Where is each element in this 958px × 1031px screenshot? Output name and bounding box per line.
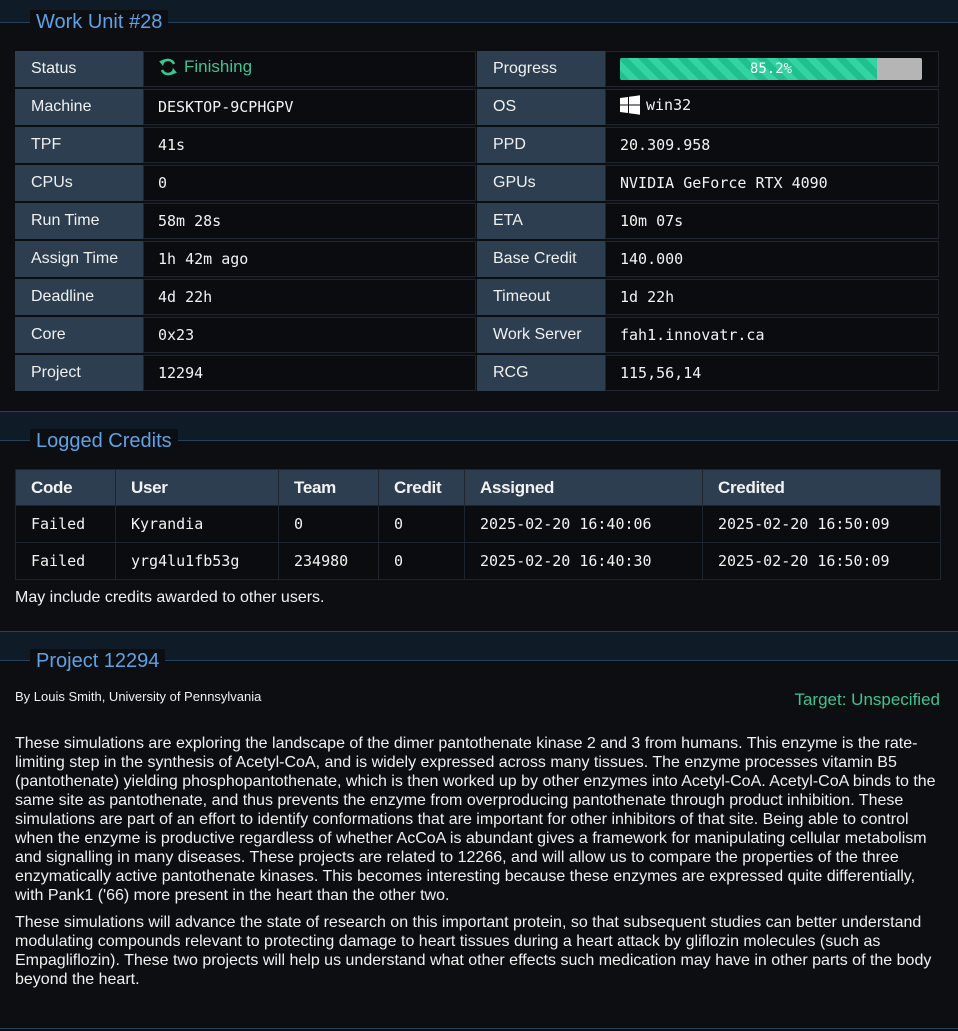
detail-row-progress: Progress 85.2% [477, 51, 939, 87]
col-team[interactable]: Team [278, 469, 379, 506]
credits-note: May include credits awarded to other use… [15, 589, 325, 606]
core-value: 0x23 [143, 317, 476, 353]
runtime-value: 58m 28s [143, 203, 476, 239]
cpus-value: 0 [143, 165, 476, 201]
detail-row-ppd: PPD 20.309.958 [477, 127, 939, 163]
os-value: win32 [605, 89, 939, 125]
assign-time-value: 1h 42m ago [143, 241, 476, 277]
detail-row-core: Core 0x23 [15, 317, 476, 353]
detail-row-cpus: CPUs 0 [15, 165, 476, 201]
cell-credit: 0 [378, 542, 465, 580]
progress-label: Progress [477, 51, 605, 87]
project-byline: By Louis Smith, University of Pennsylvan… [15, 689, 262, 704]
work-unit-details-right: Progress 85.2% OS win32 PPD 20.309.958 G… [477, 49, 939, 393]
os-text: win32 [646, 96, 692, 114]
eta-label: ETA [477, 203, 605, 239]
core-label: Core [15, 317, 143, 353]
timeout-value: 1d 22h [605, 279, 939, 315]
detail-row-base-credit: Base Credit 140.000 [477, 241, 939, 277]
cell-team: 0 [278, 505, 379, 543]
deadline-value: 4d 22h [143, 279, 476, 315]
progress-value: 85.2% [605, 51, 939, 87]
detail-row-eta: ETA 10m 07s [477, 203, 939, 239]
cell-team: 234980 [278, 542, 379, 580]
status-label: Status [15, 51, 143, 87]
detail-row-tpf: TPF 41s [15, 127, 476, 163]
col-code[interactable]: Code [15, 469, 116, 506]
table-row: Failed yrg4lu1fb53g 234980 0 2025-02-20 … [15, 542, 941, 580]
cell-user: Kyrandia [115, 505, 279, 543]
windows-icon [620, 95, 640, 115]
col-assigned[interactable]: Assigned [464, 469, 703, 506]
rcg-label: RCG [477, 355, 605, 391]
work-server-value: fah1.innovatr.ca [605, 317, 939, 353]
base-credit-value: 140.000 [605, 241, 939, 277]
credits-table: Code User Team Credit Assigned Credited … [15, 469, 941, 580]
project-label: Project [15, 355, 143, 391]
progress-percent: 85.2% [749, 61, 793, 77]
status-value: Finishing [143, 51, 476, 87]
machine-label: Machine [15, 89, 143, 125]
table-row: Failed Kyrandia 0 0 2025-02-20 16:40:06 … [15, 505, 941, 543]
machine-value: DESKTOP-9CPHGPV [143, 89, 476, 125]
work-unit-details-left: Status Finishing Machine DESKTOP-9CPHGPV… [15, 49, 476, 393]
eta-value: 10m 07s [605, 203, 939, 239]
work-server-label: Work Server [477, 317, 605, 353]
project-target: Target: Unspecified [794, 690, 940, 709]
cpus-label: CPUs [15, 165, 143, 201]
progress-bar: 85.2% [620, 58, 922, 80]
project-description: These simulations are exploring the land… [15, 734, 943, 997]
refresh-icon [159, 58, 177, 75]
base-credit-label: Base Credit [477, 241, 605, 277]
detail-row-rcg: RCG 115,56,14 [477, 355, 939, 391]
detail-row-project: Project 12294 [15, 355, 476, 391]
project-title: Project 12294 [30, 649, 166, 673]
tpf-value: 41s [143, 127, 476, 163]
detail-row-machine: Machine DESKTOP-9CPHGPV [15, 89, 476, 125]
credits-header-row: Code User Team Credit Assigned Credited [15, 469, 941, 506]
status-text: Finishing [184, 56, 253, 76]
rcg-value: 115,56,14 [605, 355, 939, 391]
status-badge: Finishing [158, 57, 252, 77]
assign-time-label: Assign Time [15, 241, 143, 277]
bottom-divider [0, 1028, 958, 1029]
col-user[interactable]: User [115, 469, 279, 506]
cell-credit: 0 [378, 505, 465, 543]
cell-assigned: 2025-02-20 16:40:06 [464, 505, 703, 543]
description-paragraph-1: These simulations are exploring the land… [15, 735, 936, 904]
cell-credited: 2025-02-20 16:50:09 [702, 505, 941, 543]
work-unit-title: Work Unit #28 [30, 10, 169, 34]
ppd-label: PPD [477, 127, 605, 163]
cell-assigned: 2025-02-20 16:40:30 [464, 542, 703, 580]
col-credit[interactable]: Credit [378, 469, 465, 506]
project-value: 12294 [143, 355, 476, 391]
deadline-label: Deadline [15, 279, 143, 315]
timeout-label: Timeout [477, 279, 605, 315]
cell-user: yrg4lu1fb53g [115, 542, 279, 580]
credits-title: Logged Credits [30, 429, 178, 453]
detail-row-os: OS win32 [477, 89, 939, 125]
detail-row-status: Status Finishing [15, 51, 476, 87]
detail-row-timeout: Timeout 1d 22h [477, 279, 939, 315]
detail-row-gpus: GPUs NVIDIA GeForce RTX 4090 [477, 165, 939, 201]
detail-row-assign-time: Assign Time 1h 42m ago [15, 241, 476, 277]
cell-code: Failed [15, 542, 116, 580]
detail-row-work-server: Work Server fah1.innovatr.ca [477, 317, 939, 353]
detail-row-deadline: Deadline 4d 22h [15, 279, 476, 315]
gpus-value: NVIDIA GeForce RTX 4090 [605, 165, 939, 201]
cell-credited: 2025-02-20 16:50:09 [702, 542, 941, 580]
os-label: OS [477, 89, 605, 125]
cell-code: Failed [15, 505, 116, 543]
detail-row-runtime: Run Time 58m 28s [15, 203, 476, 239]
runtime-label: Run Time [15, 203, 143, 239]
col-credited[interactable]: Credited [702, 469, 941, 506]
ppd-value: 20.309.958 [605, 127, 939, 163]
gpus-label: GPUs [477, 165, 605, 201]
tpf-label: TPF [15, 127, 143, 163]
description-paragraph-2: These simulations will advance the state… [15, 914, 932, 988]
